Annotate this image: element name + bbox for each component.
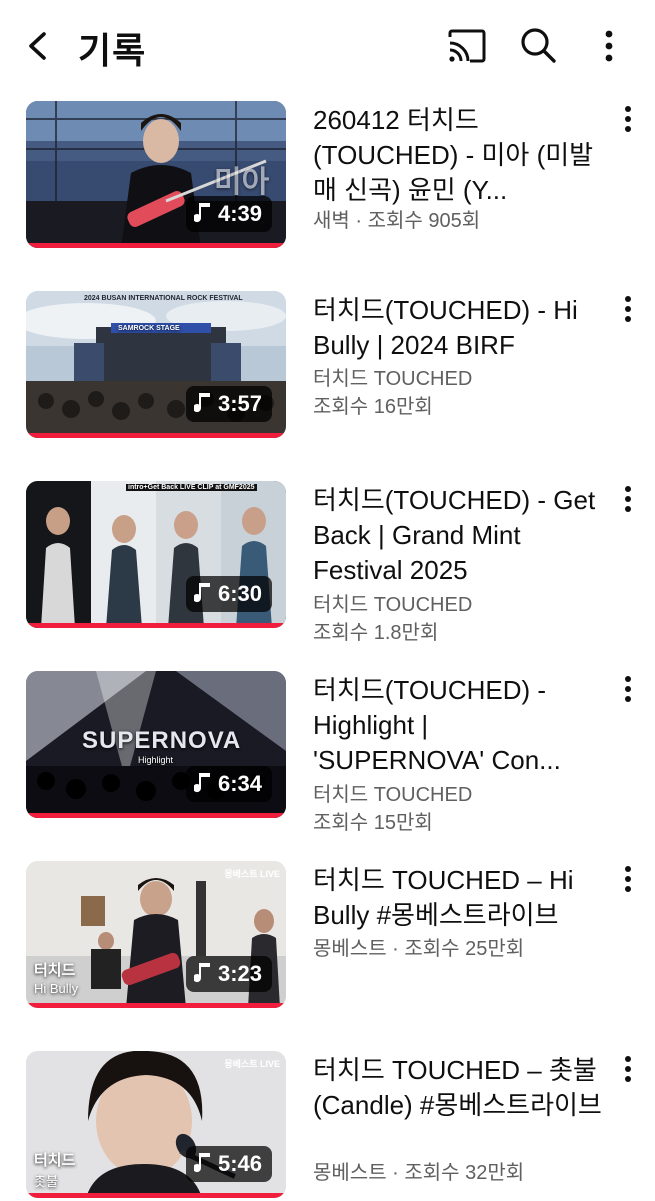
music-note-icon xyxy=(193,963,210,983)
video-title[interactable]: 260412 터치드 (TOUCHED) - 미아 (미발매 신곡) 윤민 (Y… xyxy=(313,103,603,208)
thumbnail-overlay-title: 터치드 xyxy=(34,962,76,979)
video-title[interactable]: 터치드(TOUCHED) - Get Back | Grand Mint Fes… xyxy=(313,483,603,588)
video-title[interactable]: 터치드 TOUCHED – Hi Bully #몽베스트라이브 xyxy=(313,863,603,933)
watch-progress-bar xyxy=(26,1193,286,1198)
video-views: 조회수 15만회 xyxy=(313,812,433,834)
video-title[interactable]: 터치드(TOUCHED) - Hi Bully | 2024 BIRF xyxy=(313,293,603,363)
video-title[interactable]: 터치드 TOUCHED – 촛불 (Candle) #몽베스트라이브 xyxy=(313,1053,603,1123)
video-thumbnail[interactable]: SUPERNOVA Highlight 6:34 xyxy=(26,671,286,818)
video-more-button[interactable] xyxy=(617,101,639,137)
channel-badge: 몽베스트 LIVE xyxy=(224,869,280,879)
duration-text: 6:34 xyxy=(217,771,262,796)
video-item[interactable]: 2024 BUSAN INTERNATIONAL ROCK FESTIVAL S… xyxy=(0,291,655,441)
thumbnail-overlay-title: 터치드 xyxy=(34,1152,76,1169)
more-vert-icon xyxy=(625,1056,631,1082)
video-item[interactable]: intro+Get Back LIVE CLIP at GMF2025 6:30… xyxy=(0,481,655,644)
video-meta-line-1: 몽베스트 · 조회수 25만회 xyxy=(313,938,525,960)
duration-text: 4:39 xyxy=(217,201,262,226)
thumbnail-overlay-subtitle: Highlight xyxy=(138,755,174,765)
more-vert-icon xyxy=(625,676,631,702)
more-vert-icon xyxy=(625,486,631,512)
video-thumbnail[interactable]: 미아 4:39 xyxy=(26,101,286,248)
music-note-icon xyxy=(193,773,210,793)
music-note-icon xyxy=(193,203,210,223)
duration-badge: 6:30 xyxy=(185,576,272,612)
watch-progress-bar xyxy=(26,433,286,438)
duration-text: 5:46 xyxy=(217,1151,262,1176)
history-video-list: 미아 4:39 260412 터치드 (TOUCHED) - 미아 (미발매 신… xyxy=(0,0,655,1200)
duration-text: 6:30 xyxy=(217,581,262,606)
channel-badge: 몽베스트 LIVE xyxy=(224,1059,280,1069)
video-meta-line-1: 몽베스트 · 조회수 32만회 xyxy=(313,1162,525,1184)
video-more-button[interactable] xyxy=(617,671,639,707)
thumbnail-overlay-subtitle: 촛불 xyxy=(34,1174,58,1189)
video-thumbnail[interactable]: 몽베스트 LIVE 터치드 Hi Bully 3:23 xyxy=(26,861,286,1008)
video-views: 조회수 16만회 xyxy=(313,396,433,418)
more-vert-icon xyxy=(625,106,631,132)
thumbnail-overlay-title: SUPERNOVA xyxy=(82,727,242,754)
video-channel: 터치드 TOUCHED xyxy=(313,594,473,616)
duration-text: 3:57 xyxy=(217,391,262,416)
video-thumbnail[interactable]: 2024 BUSAN INTERNATIONAL ROCK FESTIVAL S… xyxy=(26,291,286,438)
thumbnail-overlay-subtitle: Hi Bully xyxy=(34,981,79,996)
video-channel: 터치드 TOUCHED xyxy=(313,368,473,390)
duration-badge: 3:23 xyxy=(185,956,272,992)
more-vert-icon xyxy=(625,866,631,892)
more-vert-icon xyxy=(625,296,631,322)
video-channel: 터치드 TOUCHED xyxy=(313,784,473,806)
video-thumbnail[interactable]: intro+Get Back LIVE CLIP at GMF2025 6:30 xyxy=(26,481,286,628)
video-views: 조회수 1.8만회 xyxy=(313,622,439,644)
video-meta-line-1: 새벽 · 조회수 905회 xyxy=(313,210,481,232)
duration-badge: 5:46 xyxy=(185,1146,272,1182)
music-note-icon xyxy=(193,1153,210,1173)
duration-badge: 6:34 xyxy=(185,766,272,802)
watch-progress-bar xyxy=(26,623,286,628)
watch-progress-bar xyxy=(26,243,286,248)
duration-badge: 4:39 xyxy=(185,196,272,232)
video-item[interactable]: 미아 4:39 260412 터치드 (TOUCHED) - 미아 (미발매 신… xyxy=(0,101,655,251)
video-more-button[interactable] xyxy=(617,861,639,897)
music-note-icon xyxy=(193,583,210,603)
thumbnail-stage-label: SAMROCK STAGE xyxy=(118,325,180,332)
watch-progress-bar xyxy=(26,1003,286,1008)
watch-progress-bar xyxy=(26,813,286,818)
thumbnail-overlay-title: 2024 BUSAN INTERNATIONAL ROCK FESTIVAL xyxy=(84,295,243,302)
duration-badge: 3:57 xyxy=(185,386,272,422)
video-item[interactable]: 몽베스트 LIVE 터치드 Hi Bully 3:23 터치드 TOUCHED … xyxy=(0,861,655,1011)
duration-text: 3:23 xyxy=(217,961,262,986)
video-more-button[interactable] xyxy=(617,291,639,327)
video-title[interactable]: 터치드(TOUCHED) - Highlight | 'SUPERNOVA' C… xyxy=(313,673,603,778)
video-thumbnail[interactable]: 몽베스트 LIVE 터치드 촛불 5:46 xyxy=(26,1051,286,1198)
thumbnail-overlay-title: intro+Get Back LIVE CLIP at GMF2025 xyxy=(126,484,257,491)
video-item[interactable]: 몽베스트 LIVE 터치드 촛불 5:46 터치드 TOUCHED – 촛불 (… xyxy=(0,1051,655,1201)
video-more-button[interactable] xyxy=(617,1051,639,1087)
video-more-button[interactable] xyxy=(617,481,639,517)
thumbnail-overlay-title: 미아 xyxy=(214,166,270,199)
video-item[interactable]: SUPERNOVA Highlight 6:34 터치드(TOUCHED) - … xyxy=(0,671,655,834)
music-note-icon xyxy=(193,393,210,413)
